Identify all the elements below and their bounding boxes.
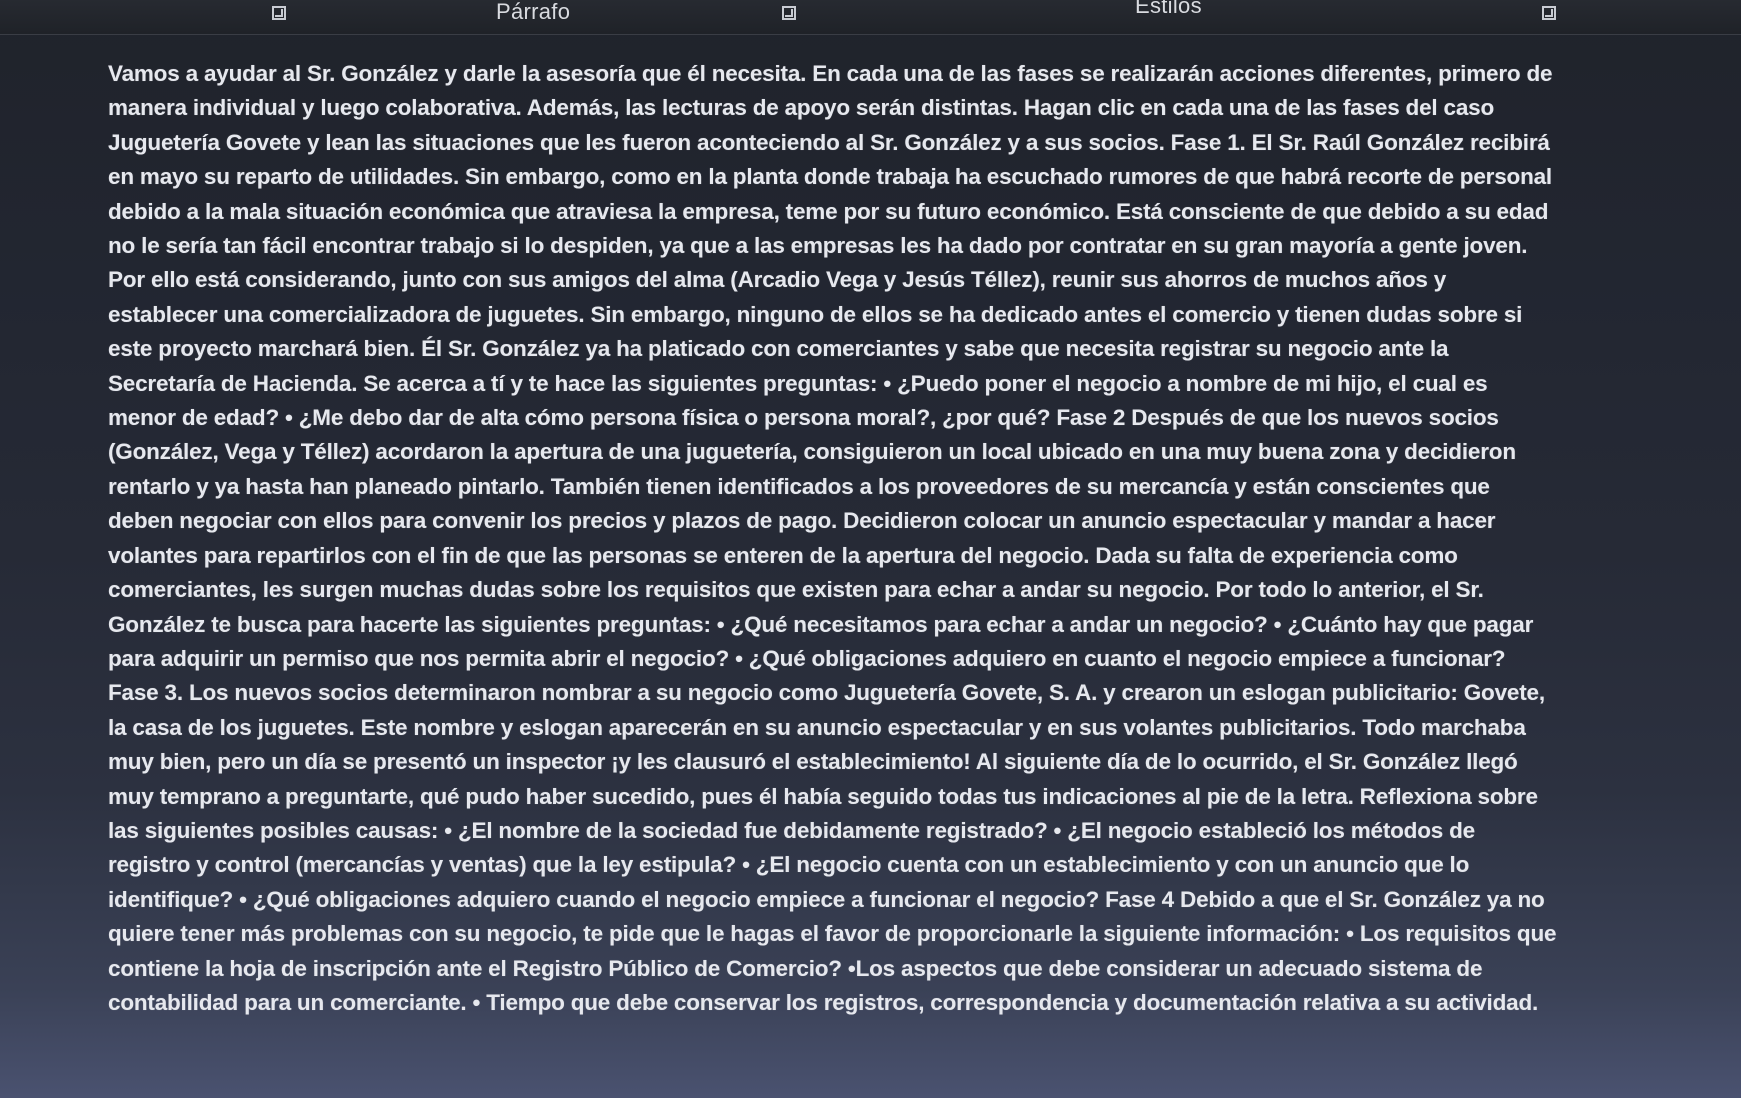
document-area[interactable]: Vamos a ayudar al Sr. González y darle l… xyxy=(0,35,1741,1098)
ribbon-toolbar: Párrafo Estilos xyxy=(0,0,1741,35)
dialog-launcher-icon[interactable] xyxy=(272,6,286,20)
paragraph-group-label: Párrafo xyxy=(496,0,571,24)
paragraph-dialog-launcher-icon[interactable] xyxy=(782,6,796,20)
styles-dialog-launcher-icon[interactable] xyxy=(1542,6,1556,20)
screen: Párrafo Estilos Vamos a ayudar al Sr. Go… xyxy=(0,0,1741,1098)
styles-group-label: Estilos xyxy=(1135,0,1202,18)
document-paragraph[interactable]: Vamos a ayudar al Sr. González y darle l… xyxy=(108,57,1558,1020)
